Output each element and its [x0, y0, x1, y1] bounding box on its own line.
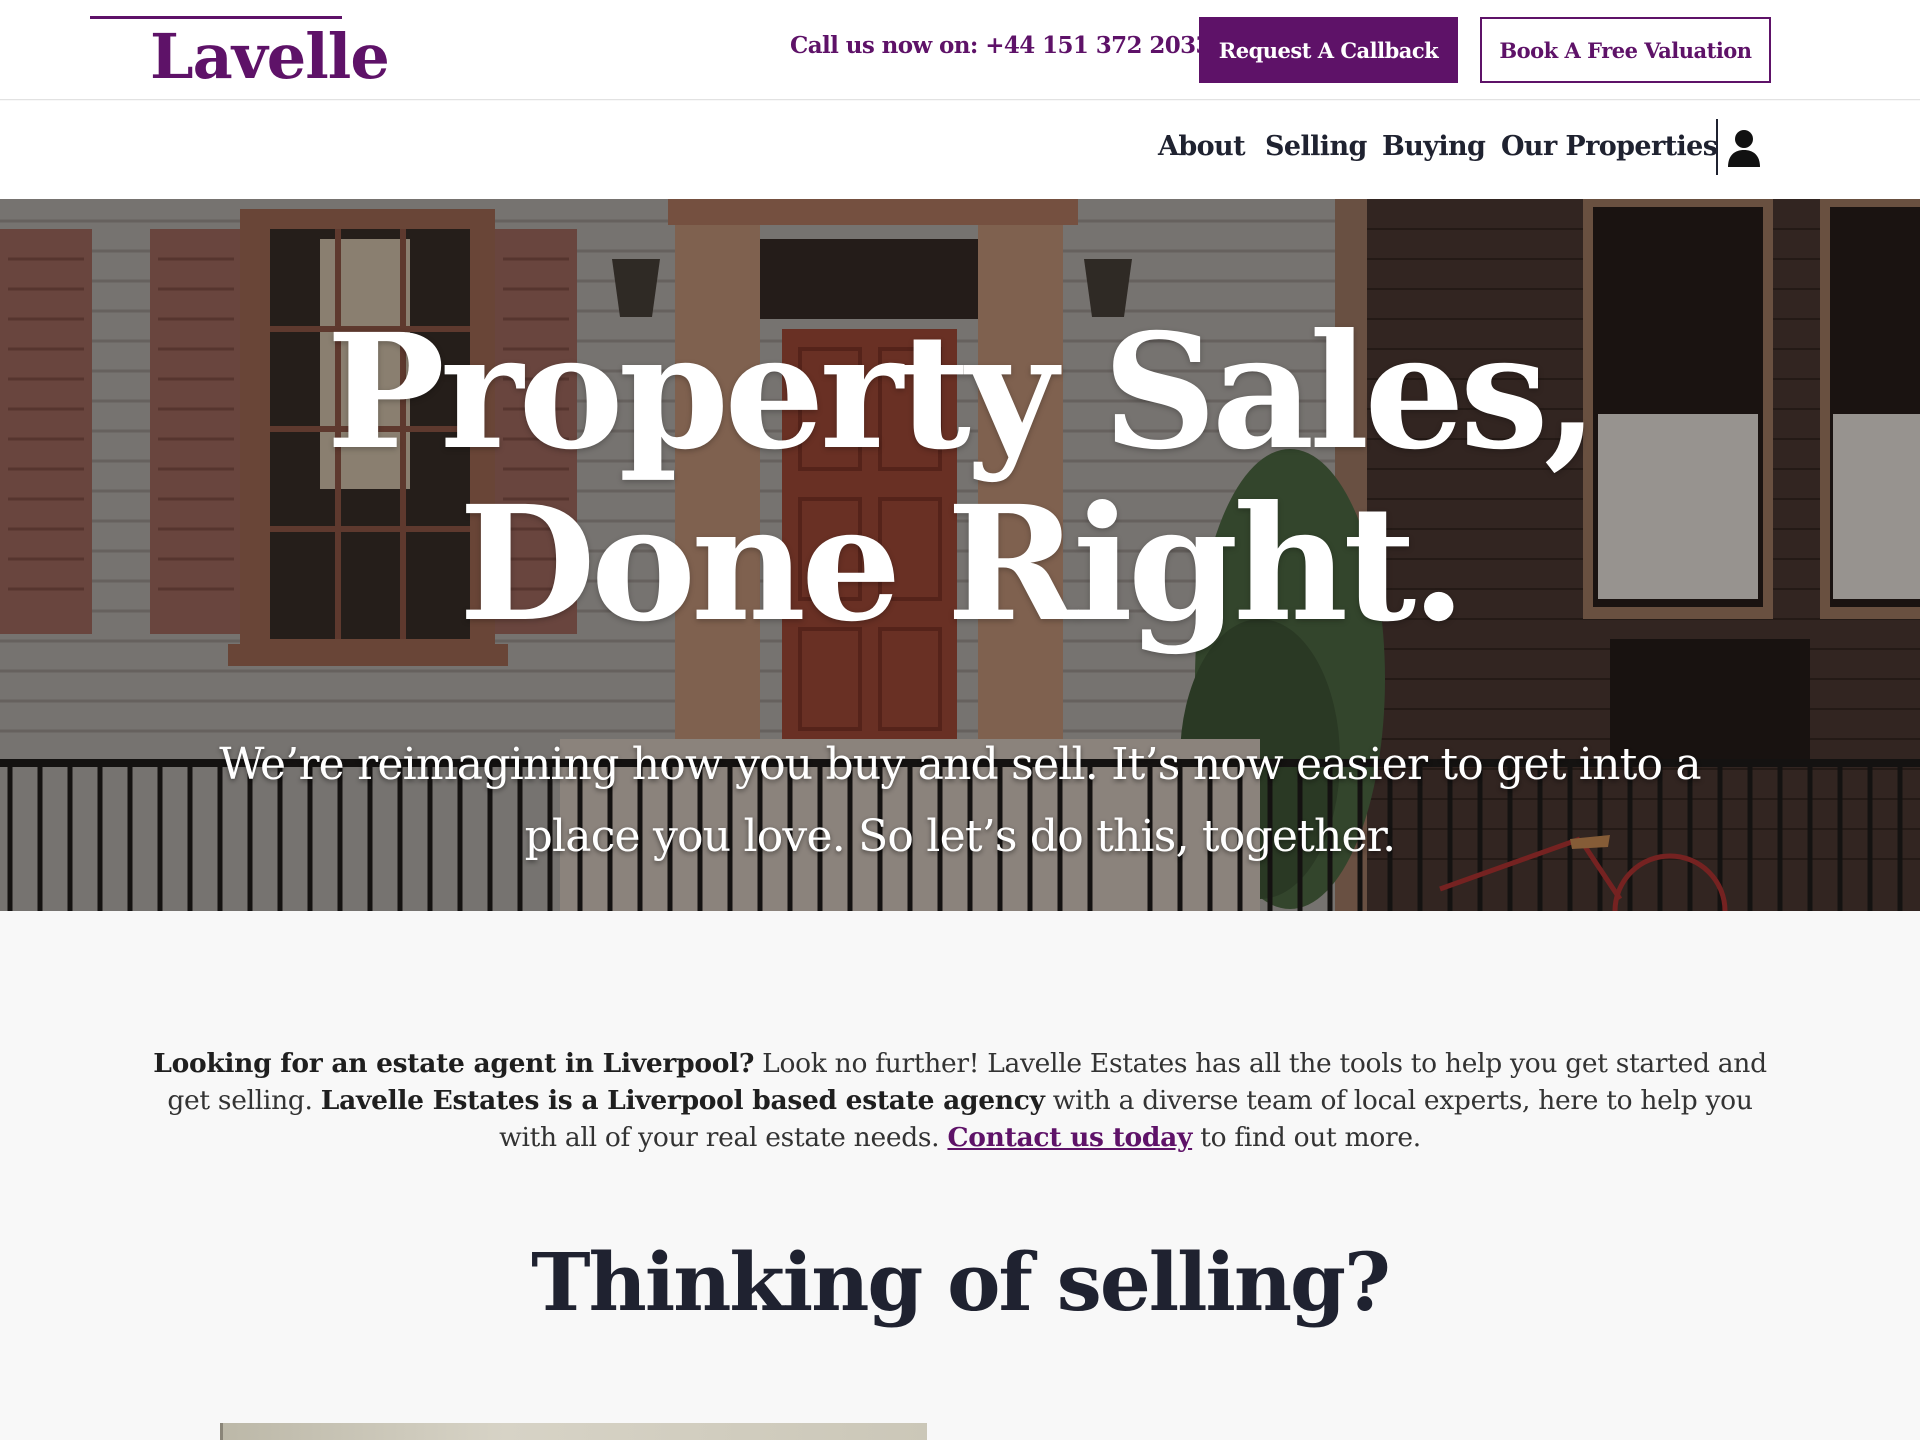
section-title-selling: Thinking of selling?	[531, 1235, 1391, 1329]
phone-number[interactable]: Call us now on: +44 151 372 2033	[790, 32, 1212, 59]
logo-overline	[90, 16, 342, 19]
logo-text: Lavelle	[150, 20, 390, 93]
top-header: Lavelle Call us now on: +44 151 372 2033…	[0, 0, 1920, 100]
hero-subtitle-line-2: place you love. So let’s do this, togeth…	[524, 811, 1397, 862]
hero-banner: Property Sales, Done Right. We’re reimag…	[0, 199, 1920, 911]
intro-question: Looking for an estate agent in Liverpool…	[153, 1048, 755, 1079]
intro-text-3: to find out more.	[1192, 1122, 1421, 1153]
contact-us-link[interactable]: Contact us today	[947, 1122, 1192, 1153]
main-nav: About Selling Buying Our Properties	[0, 101, 1920, 199]
hero-title-line-2: Done Right.	[458, 472, 1466, 657]
nav-item-selling[interactable]: Selling	[1265, 131, 1367, 162]
nav-divider	[1716, 119, 1718, 175]
nav-item-buying[interactable]: Buying	[1382, 131, 1486, 162]
hero-subtitle-line-1: We’re reimagining how you buy and sell. …	[219, 739, 1701, 790]
hero-title-line-1: Property Sales,	[326, 300, 1598, 485]
selling-section-image	[220, 1423, 927, 1440]
book-valuation-button[interactable]: Book A Free Valuation	[1480, 17, 1771, 83]
nav-item-about[interactable]: About	[1158, 131, 1246, 162]
nav-item-our-properties[interactable]: Our Properties	[1501, 131, 1718, 162]
intro-agency-statement: Lavelle Estates is a Liverpool based est…	[320, 1085, 1045, 1116]
logo[interactable]: Lavelle	[150, 12, 390, 93]
user-icon[interactable]	[1727, 129, 1761, 167]
request-callback-button[interactable]: Request A Callback	[1199, 17, 1458, 83]
hero-subtitle: We’re reimagining how you buy and sell. …	[150, 729, 1770, 873]
hero-title: Property Sales, Done Right.	[0, 307, 1920, 651]
intro-paragraph: Looking for an estate agent in Liverpool…	[145, 1045, 1775, 1156]
